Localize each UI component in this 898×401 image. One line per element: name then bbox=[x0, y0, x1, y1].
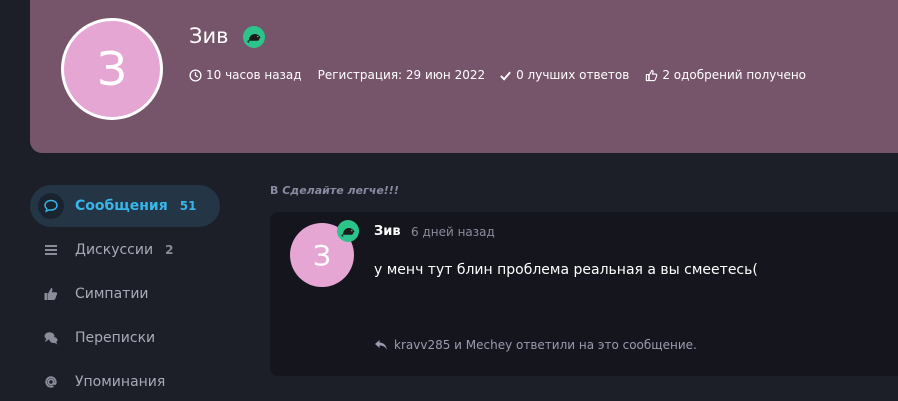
registration-date: Регистрация: 29 июн 2022 bbox=[317, 68, 486, 82]
list-icon bbox=[38, 237, 64, 263]
rat-icon bbox=[243, 26, 265, 48]
likes-received-text: 2 одобрений получено bbox=[662, 68, 807, 82]
post-replies-text: kravv285 и Mechey ответили на это сообще… bbox=[394, 338, 697, 352]
tab-mentions-label: Упоминания bbox=[75, 374, 166, 390]
tab-discussions[interactable]: Дискуссии 2 bbox=[30, 229, 220, 271]
tab-conversations-label: Переписки bbox=[75, 330, 156, 346]
tab-messages[interactable]: Сообщения 51 bbox=[30, 185, 220, 227]
tab-discussions-count: 2 bbox=[165, 243, 174, 257]
thumbs-up-icon bbox=[646, 69, 658, 81]
profile-avatar-letter: З bbox=[97, 42, 127, 96]
last-seen: 10 часов назад bbox=[189, 68, 302, 82]
message-card: З Зив 6 дней назад у менч тут блин пробл… bbox=[270, 212, 898, 376]
conversation-icon bbox=[38, 325, 64, 351]
tab-messages-count: 51 bbox=[179, 199, 197, 213]
post-time[interactable]: 6 дней назад bbox=[411, 225, 495, 239]
profile-avatar[interactable]: З bbox=[61, 18, 163, 120]
best-answers-text: 0 лучших ответов bbox=[516, 68, 630, 82]
tab-discussions-label: Дискуссии bbox=[75, 242, 154, 258]
check-icon bbox=[500, 71, 511, 81]
clock-icon bbox=[189, 68, 202, 82]
best-answers: 0 лучших ответов bbox=[499, 68, 629, 82]
post-body: у менч тут блин проблема реальная а вы с… bbox=[374, 262, 758, 278]
profile-meta: 10 часов назад Регистрация: 29 июн 2022 … bbox=[189, 67, 822, 83]
left-gutter bbox=[0, 0, 30, 401]
post-author[interactable]: Зив bbox=[374, 224, 401, 239]
rat-icon bbox=[337, 220, 359, 242]
post-avatar-letter: З bbox=[313, 238, 331, 272]
last-seen-text: 10 часов назад bbox=[206, 68, 302, 82]
comment-icon bbox=[38, 193, 64, 219]
at-icon bbox=[38, 369, 64, 395]
tab-mentions[interactable]: Упоминания bbox=[30, 361, 220, 401]
post-context-prefix: В bbox=[270, 184, 279, 197]
tab-likes[interactable]: Симпатии bbox=[30, 273, 220, 315]
post-replies[interactable]: kravv285 и Mechey ответили на это сообще… bbox=[374, 338, 697, 352]
profile-username[interactable]: Зив bbox=[189, 24, 229, 48]
profile-tabs: Сообщения 51 Дискуссии 2 Симпатии Перепи… bbox=[30, 185, 220, 401]
post-thread-link[interactable]: Сделайте легче!!! bbox=[282, 184, 399, 197]
tab-messages-label: Сообщения bbox=[75, 198, 168, 214]
thumbs-up-icon bbox=[38, 281, 64, 307]
reply-icon bbox=[375, 340, 387, 350]
post-context: В Сделайте легче!!! bbox=[270, 184, 399, 197]
likes-received: 2 одобрений получено bbox=[645, 68, 806, 82]
tab-conversations[interactable]: Переписки bbox=[30, 317, 220, 359]
tab-likes-label: Симпатии bbox=[75, 286, 149, 302]
